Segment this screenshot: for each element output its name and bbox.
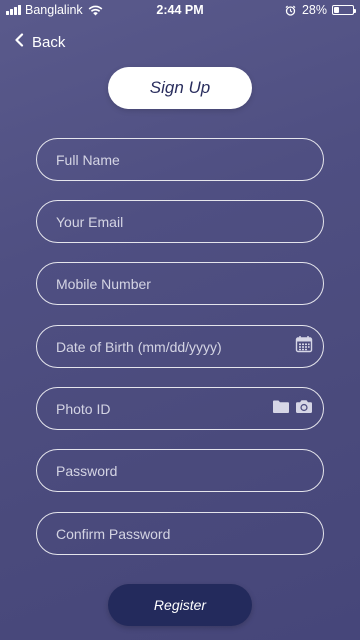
status-right: 28% xyxy=(285,3,356,17)
photo-id-field[interactable]: Photo ID xyxy=(36,387,324,430)
mobile-number-field[interactable]: Mobile Number xyxy=(36,262,324,305)
email-field[interactable]: Your Email xyxy=(36,200,324,243)
mobile-number-placeholder: Mobile Number xyxy=(56,275,151,292)
back-label: Back xyxy=(32,33,66,51)
calendar-icon[interactable] xyxy=(295,335,313,358)
full-name-field[interactable]: Full Name xyxy=(36,138,324,181)
page-title: Sign Up xyxy=(149,78,211,97)
register-button[interactable]: Register xyxy=(108,584,252,626)
folder-icon[interactable] xyxy=(272,399,290,419)
date-of-birth-placeholder: Date of Birth (mm/dd/yyyy) xyxy=(56,338,222,355)
battery-percent: 28% xyxy=(301,3,327,17)
battery-level xyxy=(334,7,340,13)
status-bar: Banglalink 2:44 PM 28% xyxy=(0,0,360,20)
chevron-left-icon xyxy=(14,32,24,52)
confirm-password-placeholder: Confirm Password xyxy=(56,525,171,542)
date-of-birth-field[interactable]: Date of Birth (mm/dd/yyyy) xyxy=(36,325,324,368)
sign-up-title-pill: Sign Up xyxy=(108,67,252,109)
email-placeholder: Your Email xyxy=(56,213,124,230)
battery-icon xyxy=(332,5,356,15)
register-label: Register xyxy=(153,597,207,613)
full-name-placeholder: Full Name xyxy=(56,151,120,168)
photo-id-placeholder: Photo ID xyxy=(56,400,111,417)
confirm-password-field[interactable]: Confirm Password xyxy=(36,512,324,555)
password-field[interactable]: Password xyxy=(36,449,324,492)
camera-icon[interactable] xyxy=(295,399,313,419)
back-button[interactable]: Back xyxy=(14,32,65,52)
alarm-icon xyxy=(285,5,296,16)
password-placeholder: Password xyxy=(56,462,118,479)
